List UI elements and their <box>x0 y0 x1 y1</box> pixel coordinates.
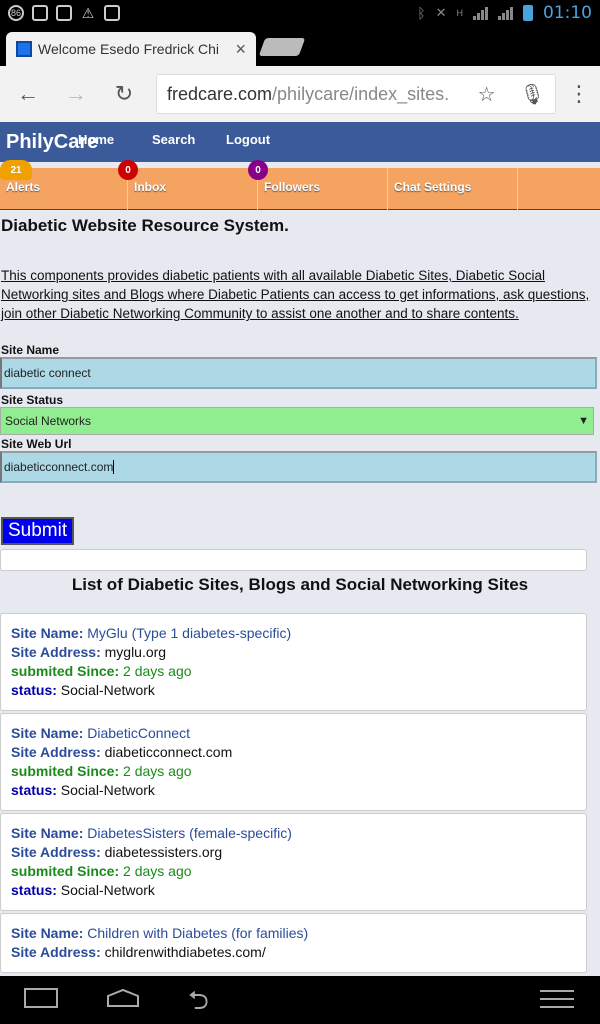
home-icon[interactable] <box>106 988 140 1008</box>
warning-icon: ⚠ <box>81 4 95 21</box>
network-type-label: H <box>456 8 464 18</box>
web-content: PhilyCare Home Search Logout 21 Alerts 0… <box>0 122 600 976</box>
subnav-chat-settings[interactable]: Chat Settings <box>388 168 518 210</box>
sites-list-heading: List of Diabetic Sites, Blogs and Social… <box>71 575 529 594</box>
back-arrow-icon[interactable]: ← <box>10 76 46 112</box>
chat-icon <box>104 5 120 21</box>
forward-arrow-icon[interactable]: → <box>58 76 94 112</box>
site-status-select[interactable]: Social Networks ▼ <box>0 407 594 435</box>
subnav-followers[interactable]: 0 Followers <box>248 160 388 210</box>
subnav-empty <box>518 168 600 210</box>
new-tab-button[interactable] <box>258 38 306 56</box>
site-card: Site Name: DiabetesSisters (female-speci… <box>0 813 587 911</box>
site-since-value: 2 days ago <box>123 763 192 779</box>
site-address-key: Site Address: <box>11 944 101 960</box>
browser-tab[interactable]: Welcome Esedo Fredrick Chi × <box>6 32 256 66</box>
site-name-value[interactable]: DiabeticConnect <box>87 725 190 741</box>
subnav-alerts-label: Alerts <box>6 180 41 194</box>
site-since-value: 2 days ago <box>123 863 192 879</box>
page-title: Diabetic Website Resource System. <box>1 216 289 235</box>
site-card: Site Name: Children with Diabetes (for f… <box>0 913 587 973</box>
browser-tab-strip: Welcome Esedo Fredrick Chi × <box>0 26 600 66</box>
site-status-key: status: <box>11 882 57 898</box>
site-name-key: Site Name: <box>11 825 84 841</box>
nav-logout-link[interactable]: Logout <box>226 132 270 147</box>
site-address-value: childrenwithdiabetes.com/ <box>104 944 266 960</box>
site-url-input[interactable]: diabeticconnect.com <box>0 451 597 483</box>
site-name-label: Site Name <box>1 343 60 357</box>
site-name-input[interactable]: diabetic connect <box>0 357 597 389</box>
notification-badge-icon: 86 <box>8 5 24 21</box>
main-content: Diabetic Website Resource System. This c… <box>0 214 600 975</box>
site-name-value[interactable]: MyGlu (Type 1 diabetes-specific) <box>87 625 291 641</box>
signal-2-icon <box>498 6 513 20</box>
address-bar[interactable]: fredcare.com/philycare/index_sites. ☆ 🎙 <box>156 74 556 114</box>
tab-title: Welcome Esedo Fredrick Chi <box>38 41 220 57</box>
alerts-badge: 21 <box>0 160 32 180</box>
site-status-key: status: <box>11 782 57 798</box>
site-form: Site Name diabetic connect Site Status S… <box>0 343 600 545</box>
battery-icon <box>523 5 533 21</box>
site-address-value: myglu.org <box>104 644 167 660</box>
site-since-key: submited Since: <box>11 863 120 879</box>
site-status-value: Social-Network <box>60 782 155 798</box>
signal-icon <box>473 6 488 20</box>
site-status-key: status: <box>11 682 57 698</box>
site-status-label: Site Status <box>1 393 64 407</box>
site-name-key: Site Name: <box>11 725 84 741</box>
intro-text[interactable]: This components provides diabetic patien… <box>0 266 590 323</box>
site-address-key: Site Address: <box>11 644 101 660</box>
site-navbar: PhilyCare Home Search Logout <box>0 122 600 162</box>
subnav-followers-label: Followers <box>264 180 321 194</box>
menu-icon[interactable] <box>540 990 574 1014</box>
reload-icon[interactable]: ↻ <box>106 76 142 112</box>
site-name-key: Site Name: <box>11 625 84 641</box>
subnav-inbox-label: Inbox <box>134 180 166 194</box>
site-address-key: Site Address: <box>11 744 101 760</box>
subnav-inbox[interactable]: 0 Inbox <box>118 160 258 210</box>
nav-home-link[interactable]: Home <box>78 132 114 147</box>
android-status-bar: 86 ⚠ ᛒ ✕ H 01:10 <box>0 0 600 26</box>
android-nav-bar: ⮌ <box>0 976 600 1024</box>
browser-toolbar: ← → ↻ fredcare.com/philycare/index_sites… <box>0 66 600 122</box>
message-icon <box>56 5 72 21</box>
mute-icon: ✕ <box>435 5 447 20</box>
submit-button[interactable]: Submit <box>1 517 75 545</box>
site-status-value: Social-Network <box>60 682 155 698</box>
text-caret <box>113 460 115 474</box>
site-address-value: diabeticconnect.com <box>104 744 233 760</box>
overflow-menu-icon[interactable]: ⋮ <box>568 81 590 107</box>
site-status-value: Social-Network <box>60 882 155 898</box>
status-clock: 01:10 <box>543 3 592 23</box>
site-url-label: Site Web Url <box>1 437 72 451</box>
site-name-key: Site Name: <box>11 925 84 941</box>
inbox-badge: 0 <box>118 160 138 180</box>
followers-badge: 0 <box>248 160 268 180</box>
microphone-icon[interactable]: 🎙 <box>520 82 545 107</box>
dropdown-arrow-icon: ▼ <box>578 415 589 427</box>
favicon-icon <box>16 41 32 57</box>
back-icon[interactable]: ⮌ <box>188 982 209 1024</box>
site-card: Site Name: MyGlu (Type 1 diabetes-specif… <box>0 613 587 711</box>
site-since-value: 2 days ago <box>123 663 192 679</box>
sites-list: Site Name: MyGlu (Type 1 diabetes-specif… <box>0 613 600 973</box>
site-name-value[interactable]: DiabetesSisters (female-specific) <box>87 825 292 841</box>
image-icon <box>32 5 48 21</box>
star-icon[interactable]: ☆ <box>478 82 496 107</box>
recent-apps-icon[interactable] <box>24 988 58 1008</box>
sub-navbar: 21 Alerts 0 Inbox 0 Followers Chat Setti… <box>0 160 600 210</box>
subnav-chat-settings-label: Chat Settings <box>394 180 472 194</box>
site-card: Site Name: DiabeticConnect Site Address:… <box>0 713 587 811</box>
subnav-alerts[interactable]: 21 Alerts <box>0 160 128 210</box>
site-address-key: Site Address: <box>11 844 101 860</box>
close-tab-icon[interactable]: × <box>235 39 246 60</box>
empty-box <box>0 549 587 571</box>
url-text: fredcare.com/philycare/index_sites. <box>167 83 450 104</box>
site-name-value[interactable]: Children with Diabetes (for families) <box>87 925 308 941</box>
site-since-key: submited Since: <box>11 763 120 779</box>
site-since-key: submited Since: <box>11 663 120 679</box>
bluetooth-icon: ᛒ <box>417 5 426 21</box>
nav-search-link[interactable]: Search <box>152 132 195 147</box>
site-address-value: diabetessisters.org <box>104 844 223 860</box>
